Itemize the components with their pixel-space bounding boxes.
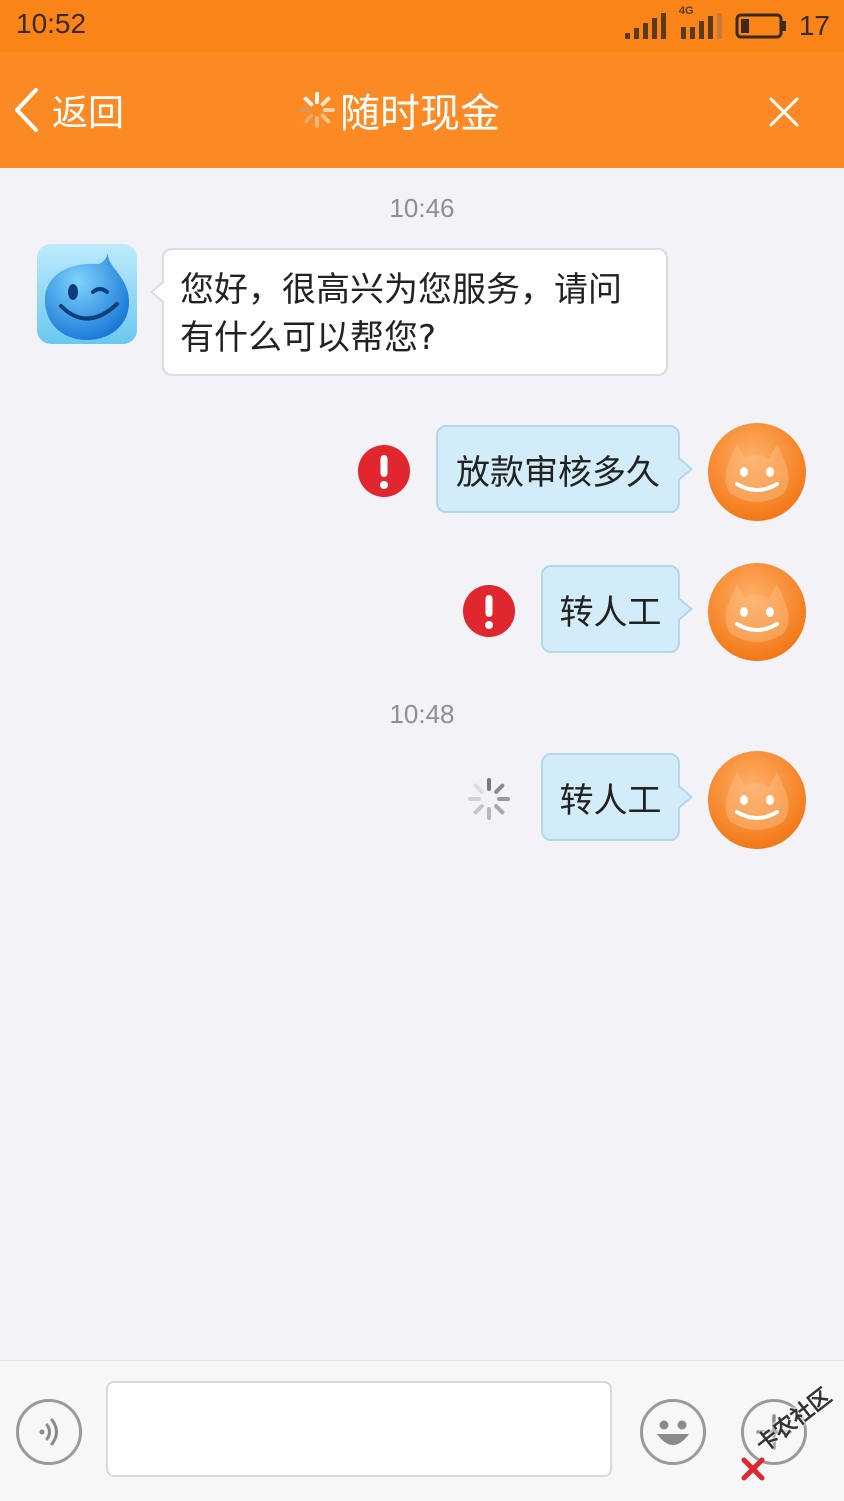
watermark-logo-icon [741, 1457, 765, 1481]
status-bar: 10:52 4G 17 [0, 0, 844, 52]
battery-icon [735, 13, 786, 39]
loading-spinner-icon [299, 92, 335, 128]
back-button[interactable]: 返回 [12, 82, 124, 138]
watermark: 卡农社区 [738, 1384, 842, 1486]
incoming-message[interactable]: 您好，很高兴为您服务，请问 有什么可以帮您? [150, 248, 668, 376]
error-icon[interactable] [357, 444, 411, 498]
message-text-line-1: 您好，很高兴为您服务，请问 [180, 270, 622, 310]
emoji-button[interactable] [640, 1399, 706, 1465]
title-text: 随时现金 [340, 91, 500, 137]
signal-icon [624, 13, 666, 39]
chevron-left-icon [15, 88, 38, 132]
nav-bar: 返回 随时现金 [0, 52, 844, 168]
agent-avatar[interactable] [37, 244, 137, 344]
message-text: 放款审核多久 [456, 452, 660, 493]
page-title: 随时现金 [298, 82, 500, 138]
user-avatar[interactable] [707, 750, 807, 850]
message-text: 转人工 [559, 592, 662, 633]
message-input[interactable] [106, 1381, 612, 1477]
outgoing-message[interactable]: 放款审核多久 [436, 425, 693, 513]
voice-button[interactable] [16, 1399, 82, 1465]
outgoing-message[interactable]: 转人工 [541, 565, 693, 653]
network-4g-signal-icon: 4G [679, 5, 725, 41]
input-bar [0, 1360, 844, 1501]
back-label: 返回 [52, 93, 125, 134]
status-icons: 4G 17 [623, 5, 830, 44]
message-text-line-2: 有什么可以帮您? [180, 318, 437, 358]
error-icon[interactable] [462, 584, 516, 638]
chat-area[interactable]: 10:46 您好，很高兴为您服务，请问 有什么可以帮您? 放款审核多久 转人工 … [0, 168, 844, 1360]
timestamp: 10:48 [389, 699, 455, 729]
close-icon[interactable] [764, 92, 804, 132]
voice-icon [39, 1418, 58, 1446]
emoji-icon [657, 1420, 689, 1445]
user-avatar[interactable] [707, 562, 807, 662]
outgoing-message[interactable]: 转人工 [541, 753, 693, 841]
battery-level: 17 [798, 10, 830, 41]
user-avatar[interactable] [707, 422, 807, 522]
timestamp: 10:46 [389, 193, 455, 223]
status-time: 10:52 [16, 8, 87, 39]
sending-spinner-icon [468, 778, 510, 820]
message-text: 转人工 [559, 780, 662, 821]
